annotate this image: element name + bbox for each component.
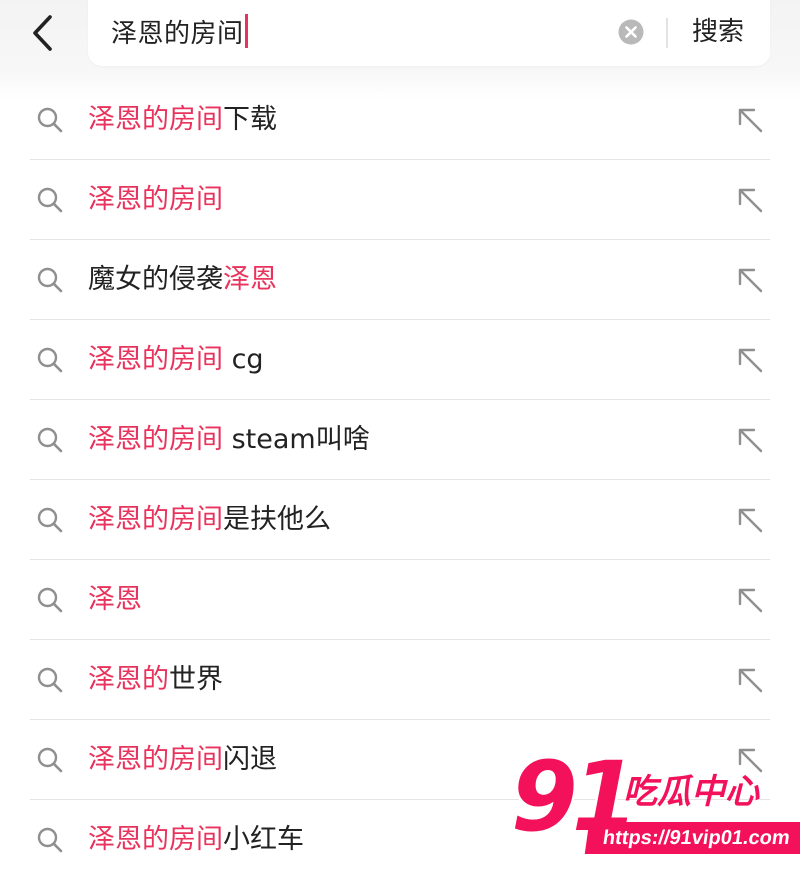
search-suggestion-page: 泽恩的房间 搜索 泽恩的房间下载 泽恩的房间 魔女的侵袭泽恩 泽恩的房间 cg … [0,0,800,874]
search-button[interactable]: 搜索 [692,14,744,50]
site-watermark-logo: 91 吃瓜中心 https://91vip01.com [505,742,800,868]
search-icon [37,267,63,293]
suggestion-text: 魔女的侵袭泽恩 [88,260,277,300]
suggestion-item[interactable]: 泽恩的房间 cg [0,320,800,400]
suggestion-item[interactable]: 泽恩的房间是扶他么 [0,480,800,560]
suggestion-text: 泽恩的房间闪退 [88,740,277,780]
fill-query-arrow-icon[interactable] [734,104,766,136]
search-icon [37,187,63,213]
suggestion-text: 泽恩的房间 steam叫啥 [88,420,370,460]
search-icon [37,747,63,773]
suggestion-rest: 世界 [169,664,223,695]
suggestion-item[interactable]: 泽恩的世界 [0,640,800,720]
fill-query-arrow-icon[interactable] [734,264,766,296]
suggestion-rest: steam叫啥 [223,424,370,455]
fill-query-arrow-icon[interactable] [734,504,766,536]
search-icon [37,347,63,373]
suggestion-highlight: 泽恩的房间 [88,344,223,375]
suggestion-text: 泽恩的房间小红车 [88,820,304,860]
fill-query-arrow-icon[interactable] [734,664,766,696]
suggestion-text: 泽恩的房间 cg [88,340,264,380]
suggestion-rest: cg [223,344,264,375]
suggestion-item[interactable]: 泽恩的房间 [0,160,800,240]
suggestion-item[interactable]: 泽恩 [0,560,800,640]
suggestion-highlight: 泽恩的房间 [88,504,223,535]
search-icon [37,507,63,533]
suggestion-highlight: 泽恩的房间 [88,184,223,215]
search-input-value: 泽恩的房间 [111,19,244,49]
back-button[interactable] [22,10,62,56]
suggestion-text: 泽恩的房间是扶他么 [88,500,331,540]
suggestion-highlight: 泽恩的房间 [88,424,223,455]
suggestion-highlight: 泽恩 [223,264,277,295]
suggestion-rest: 闪退 [223,744,277,775]
search-icon [37,107,63,133]
search-icon [37,587,63,613]
suggestion-rest: 下载 [223,104,277,135]
suggestion-highlight: 泽恩的房间 [88,104,223,135]
suggestion-rest: 小红车 [223,824,304,855]
fill-query-arrow-icon[interactable] [734,424,766,456]
search-divider [666,18,668,48]
clear-circle-icon [618,19,644,45]
clear-button[interactable] [618,19,644,45]
text-cursor [244,14,248,48]
suggestion-highlight: 泽恩的房间 [88,824,223,855]
fill-query-arrow-icon[interactable] [734,344,766,376]
suggestion-item[interactable]: 泽恩的房间 steam叫啥 [0,400,800,480]
search-icon [37,667,63,693]
search-input[interactable]: 泽恩的房间 [111,14,248,52]
suggestion-text: 泽恩的房间下载 [88,100,277,140]
search-icon [37,427,63,453]
watermark-url: https://91vip01.com [584,822,800,854]
watermark-title: 吃瓜中心 [623,772,759,812]
suggestion-text: 泽恩 [88,580,142,620]
suggestion-text: 泽恩的世界 [88,660,223,700]
suggestion-item[interactable]: 泽恩的房间下载 [0,80,800,160]
suggestion-text: 泽恩的房间 [88,180,223,220]
fill-query-arrow-icon[interactable] [734,184,766,216]
search-box[interactable]: 泽恩的房间 搜索 [88,0,770,66]
fill-query-arrow-icon[interactable] [734,584,766,616]
suggestion-rest: 是扶他么 [223,504,331,535]
suggestion-highlight: 泽恩的 [88,664,169,695]
suggestion-prefix: 魔女的侵袭 [88,264,223,295]
search-icon [37,827,63,853]
suggestion-highlight: 泽恩 [88,584,142,615]
suggestion-item[interactable]: 魔女的侵袭泽恩 [0,240,800,320]
chevron-left-icon [33,15,52,51]
suggestion-highlight: 泽恩的房间 [88,744,223,775]
